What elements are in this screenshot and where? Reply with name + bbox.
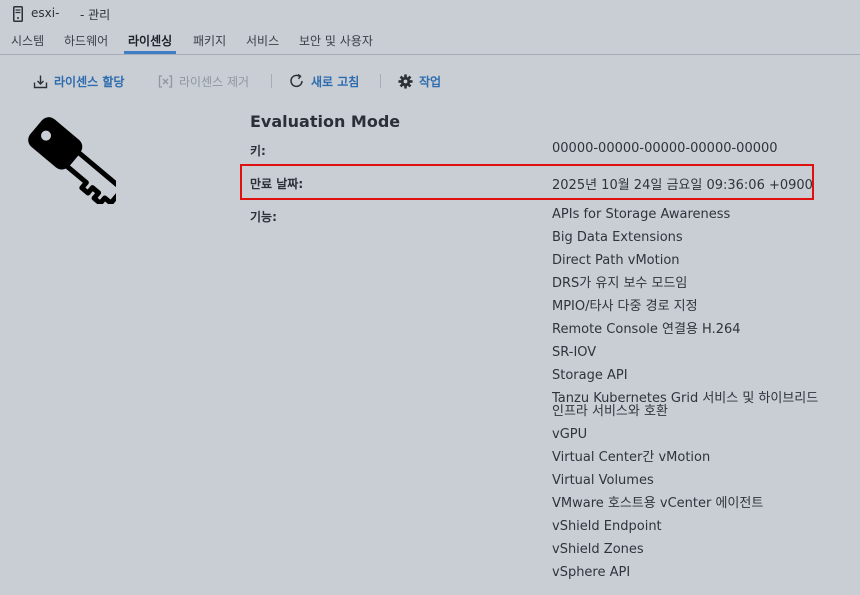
actions-label: 작업 bbox=[419, 74, 442, 89]
feature-list: APIs for Storage Awareness Big Data Exte… bbox=[552, 206, 822, 579]
feature-item: Virtual Center간 vMotion bbox=[552, 450, 711, 465]
feature-item: Storage API bbox=[552, 368, 628, 383]
refresh-icon bbox=[290, 73, 303, 88]
host-license-window: esxi- - 관리 시스템 하드웨어 라이센싱 패키지 서비스 보안 및 사용… bbox=[0, 0, 860, 595]
toolbar-divider bbox=[380, 74, 381, 88]
license-key-icon bbox=[28, 117, 116, 204]
expiry-value: 2025년 10월 24일 금요일 09:36:06 +0900 bbox=[552, 178, 813, 193]
title-bar: esxi- - 관리 bbox=[0, 0, 860, 28]
host-name: esxi- bbox=[31, 6, 60, 20]
feature-item: VMware 호스트용 vCenter 에이전트 bbox=[552, 496, 764, 511]
toolbar: 라이센스 할당 라이센스 제거 새로 고침 작업 bbox=[0, 62, 860, 98]
feature-item: APIs for Storage Awareness bbox=[552, 207, 731, 222]
tab-packages[interactable]: 패키지 bbox=[193, 32, 226, 49]
download-icon bbox=[33, 75, 48, 88]
tab-bar: 시스템 하드웨어 라이센싱 패키지 서비스 보안 및 사용자 bbox=[0, 28, 860, 55]
tab-security-users[interactable]: 보안 및 사용자 bbox=[299, 32, 373, 49]
features-label: 기능: bbox=[250, 210, 277, 224]
remove-box-icon bbox=[158, 74, 173, 88]
feature-item: Tanzu Kubernetes Grid 서비스 및 하이브리드 인프라 서비… bbox=[552, 391, 819, 419]
feature-item: vShield Endpoint bbox=[552, 519, 662, 534]
remove-license-button[interactable]: 라이센스 제거 bbox=[158, 72, 249, 90]
key-label: 키: bbox=[250, 144, 266, 158]
toolbar-divider bbox=[271, 74, 272, 88]
tab-services[interactable]: 서비스 bbox=[246, 32, 279, 49]
feature-item: SR-IOV bbox=[552, 345, 597, 360]
feature-item: vGPU bbox=[552, 427, 588, 442]
tab-hardware[interactable]: 하드웨어 bbox=[64, 32, 108, 49]
feature-item: Remote Console 연결용 H.264 bbox=[552, 322, 741, 337]
gear-icon bbox=[398, 73, 413, 89]
expiry-label: 만료 날짜: bbox=[250, 177, 304, 191]
actions-button[interactable]: 작업 bbox=[398, 72, 441, 90]
remove-license-label: 라이센스 제거 bbox=[179, 74, 250, 89]
refresh-button[interactable]: 새로 고침 bbox=[289, 72, 359, 90]
feature-item: MPIO/타사 다중 경로 지정 bbox=[552, 299, 698, 314]
feature-item: DRS가 유지 보수 모드임 bbox=[552, 276, 688, 291]
feature-item: Virtual Volumes bbox=[552, 473, 654, 488]
active-tab-indicator bbox=[124, 51, 176, 54]
feature-item: Big Data Extensions bbox=[552, 230, 683, 245]
assign-license-button[interactable]: 라이센스 할당 bbox=[33, 72, 124, 90]
window-title: - 관리 bbox=[80, 8, 111, 22]
key-value: 00000-00000-00000-00000-00000 bbox=[552, 141, 778, 156]
feature-item: Direct Path vMotion bbox=[552, 253, 680, 268]
feature-item: vShield Zones bbox=[552, 542, 644, 557]
assign-license-label: 라이센스 할당 bbox=[54, 74, 125, 89]
host-server-icon bbox=[13, 6, 23, 22]
tab-licensing[interactable]: 라이센싱 bbox=[128, 32, 172, 49]
refresh-label: 새로 고침 bbox=[311, 74, 360, 89]
tab-system[interactable]: 시스템 bbox=[11, 32, 44, 49]
feature-item: vSphere API bbox=[552, 565, 631, 580]
license-mode-title: Evaluation Mode bbox=[250, 112, 401, 131]
